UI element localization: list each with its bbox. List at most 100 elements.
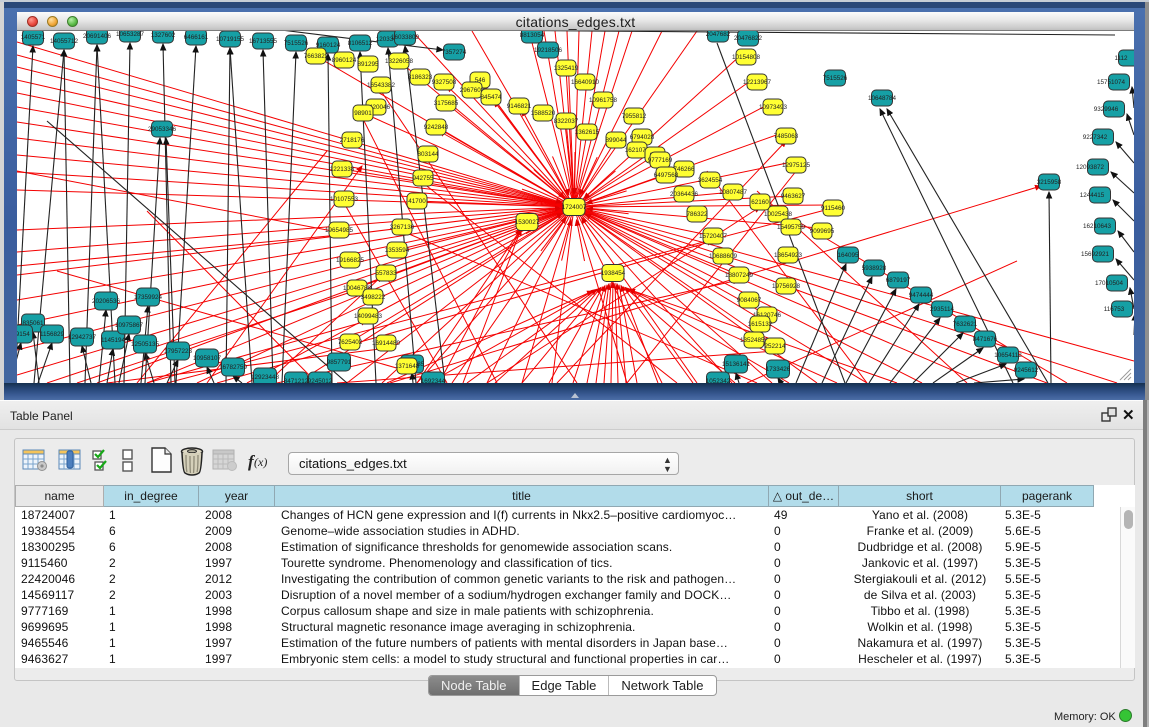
svg-text:19756928: 19756928: [772, 283, 801, 290]
svg-text:1353594: 1353594: [385, 247, 410, 254]
svg-text:20206536: 20206536: [92, 298, 121, 305]
svg-text:10688609: 10688609: [709, 253, 738, 260]
svg-text:17010504: 17010504: [1095, 280, 1124, 287]
svg-text:891295: 891295: [357, 61, 379, 68]
svg-text:899044: 899044: [605, 137, 627, 144]
svg-text:8471676: 8471676: [973, 336, 998, 343]
svg-text:16033809: 16033809: [391, 34, 420, 41]
svg-text:18807249: 18807249: [725, 272, 754, 279]
svg-text:9115460: 9115460: [821, 205, 846, 212]
svg-text:14055712: 14055712: [50, 38, 79, 45]
svg-text:1733426: 1733426: [766, 366, 791, 373]
svg-text:10719155: 10719155: [216, 36, 245, 43]
svg-text:1145194: 1145194: [101, 337, 126, 344]
svg-text:9463627: 9463627: [781, 193, 806, 200]
svg-text:8813054: 8813054: [520, 32, 545, 39]
svg-text:252214: 252214: [764, 343, 786, 350]
svg-text:2718176: 2718176: [340, 137, 365, 144]
svg-text:1325419: 1325419: [554, 65, 579, 72]
svg-text:7515526: 7515526: [284, 40, 309, 47]
svg-text:16543382: 16543382: [367, 82, 396, 89]
svg-text:5938928: 5938928: [862, 265, 887, 272]
svg-text:3267130: 3267130: [390, 224, 415, 231]
svg-text:19654985: 19654985: [325, 227, 354, 234]
svg-text:9146821: 9146821: [507, 103, 532, 110]
svg-text:1371648: 1371648: [395, 363, 420, 370]
svg-text:6497568: 6497568: [654, 172, 679, 179]
svg-text:8106512: 8106512: [348, 40, 373, 47]
svg-text:9242848: 9242848: [424, 124, 449, 131]
svg-text:9084067: 9084067: [737, 297, 762, 304]
svg-text:2935114: 2935114: [930, 306, 955, 313]
svg-text:16713555: 16713555: [249, 38, 278, 45]
svg-text:3624554: 3624554: [698, 177, 723, 184]
svg-text:39154: 39154: [17, 331, 30, 338]
svg-text:10807487: 10807487: [719, 189, 748, 196]
svg-text:1938454: 1938454: [601, 270, 626, 277]
svg-text:8186323: 8186323: [408, 74, 433, 81]
svg-text:6466161: 6466161: [184, 34, 209, 41]
svg-text:1692344: 1692344: [421, 378, 446, 383]
svg-text:15692921: 15692921: [1081, 251, 1110, 258]
svg-text:20476822: 20476822: [734, 35, 763, 42]
svg-text:10973493: 10973493: [759, 104, 788, 111]
svg-text:9227342: 9227342: [1083, 134, 1108, 141]
svg-text:1362615: 1362615: [575, 129, 600, 136]
svg-text:15495759: 15495759: [777, 224, 806, 231]
svg-text:10648784: 10648784: [868, 95, 897, 102]
svg-text:13654923: 13654923: [774, 252, 803, 259]
svg-text:164095: 164095: [837, 252, 859, 259]
svg-text:9099695: 9099695: [810, 228, 835, 235]
svg-text:20691406: 20691406: [83, 33, 112, 40]
svg-text:1244415: 1244415: [1080, 192, 1105, 199]
svg-text:1052342: 1052342: [706, 378, 731, 383]
svg-text:62160: 62160: [751, 199, 769, 206]
svg-text:1112: 1112: [1114, 55, 1128, 62]
svg-text:16210643: 16210643: [1083, 223, 1112, 230]
svg-text:1588520: 1588520: [531, 110, 556, 117]
svg-text:7485063: 7485063: [774, 133, 799, 140]
svg-text:9327508: 9327508: [432, 79, 457, 86]
svg-text:8471212: 8471212: [284, 378, 309, 383]
svg-text:9474444: 9474444: [909, 292, 934, 299]
svg-text:15720407: 15720407: [699, 233, 728, 240]
svg-text:786322: 786322: [686, 211, 708, 218]
svg-text:7955812: 7955812: [622, 113, 647, 120]
svg-text:9857791: 9857791: [327, 359, 352, 366]
svg-text:12975125: 12975125: [782, 162, 811, 169]
svg-text:1156829: 1156829: [40, 331, 65, 338]
svg-text:41700: 41700: [408, 198, 426, 205]
svg-text:2047682: 2047682: [706, 31, 731, 38]
svg-text:12213967: 12213967: [743, 79, 772, 86]
svg-text:7625402: 7625402: [338, 339, 363, 346]
svg-text:19166825: 19166825: [336, 257, 365, 264]
svg-text:7663822: 7663822: [304, 53, 329, 60]
svg-text:7632621: 7632621: [953, 321, 978, 328]
svg-text:7357274: 7357274: [442, 49, 467, 56]
svg-text:12093872: 12093872: [1076, 164, 1105, 171]
svg-text:9329946: 9329946: [1094, 106, 1119, 113]
svg-text:1221338: 1221338: [330, 166, 355, 173]
svg-text:17957223: 17957223: [164, 348, 193, 355]
svg-text:6794028: 6794028: [630, 134, 655, 141]
svg-text:16782759: 16782759: [219, 364, 248, 371]
svg-text:1615132: 1615132: [748, 321, 773, 328]
svg-text:(x): (x): [254, 455, 267, 469]
svg-text:98901: 98901: [354, 110, 372, 117]
svg-text:10975867: 10975867: [115, 322, 144, 329]
svg-text:20364436: 20364436: [670, 191, 699, 198]
svg-text:29053346: 29053346: [148, 126, 177, 133]
svg-text:8960124: 8960124: [332, 57, 357, 64]
svg-text:8322037: 8322037: [554, 118, 579, 125]
svg-text:1405571: 1405571: [21, 34, 46, 41]
svg-text:12942737: 12942737: [68, 334, 97, 341]
svg-text:3498222: 3498222: [361, 294, 386, 301]
svg-text:9777169: 9777169: [648, 157, 673, 164]
svg-text:9245012: 9245012: [308, 378, 333, 383]
svg-text:7515526: 7515526: [823, 75, 848, 82]
svg-text:845474: 845474: [480, 94, 502, 101]
svg-text:10107553: 10107553: [330, 196, 359, 203]
svg-text:1327602: 1327602: [151, 32, 176, 39]
svg-text:557833: 557833: [375, 270, 397, 277]
svg-text:1530027: 1530027: [515, 219, 540, 226]
